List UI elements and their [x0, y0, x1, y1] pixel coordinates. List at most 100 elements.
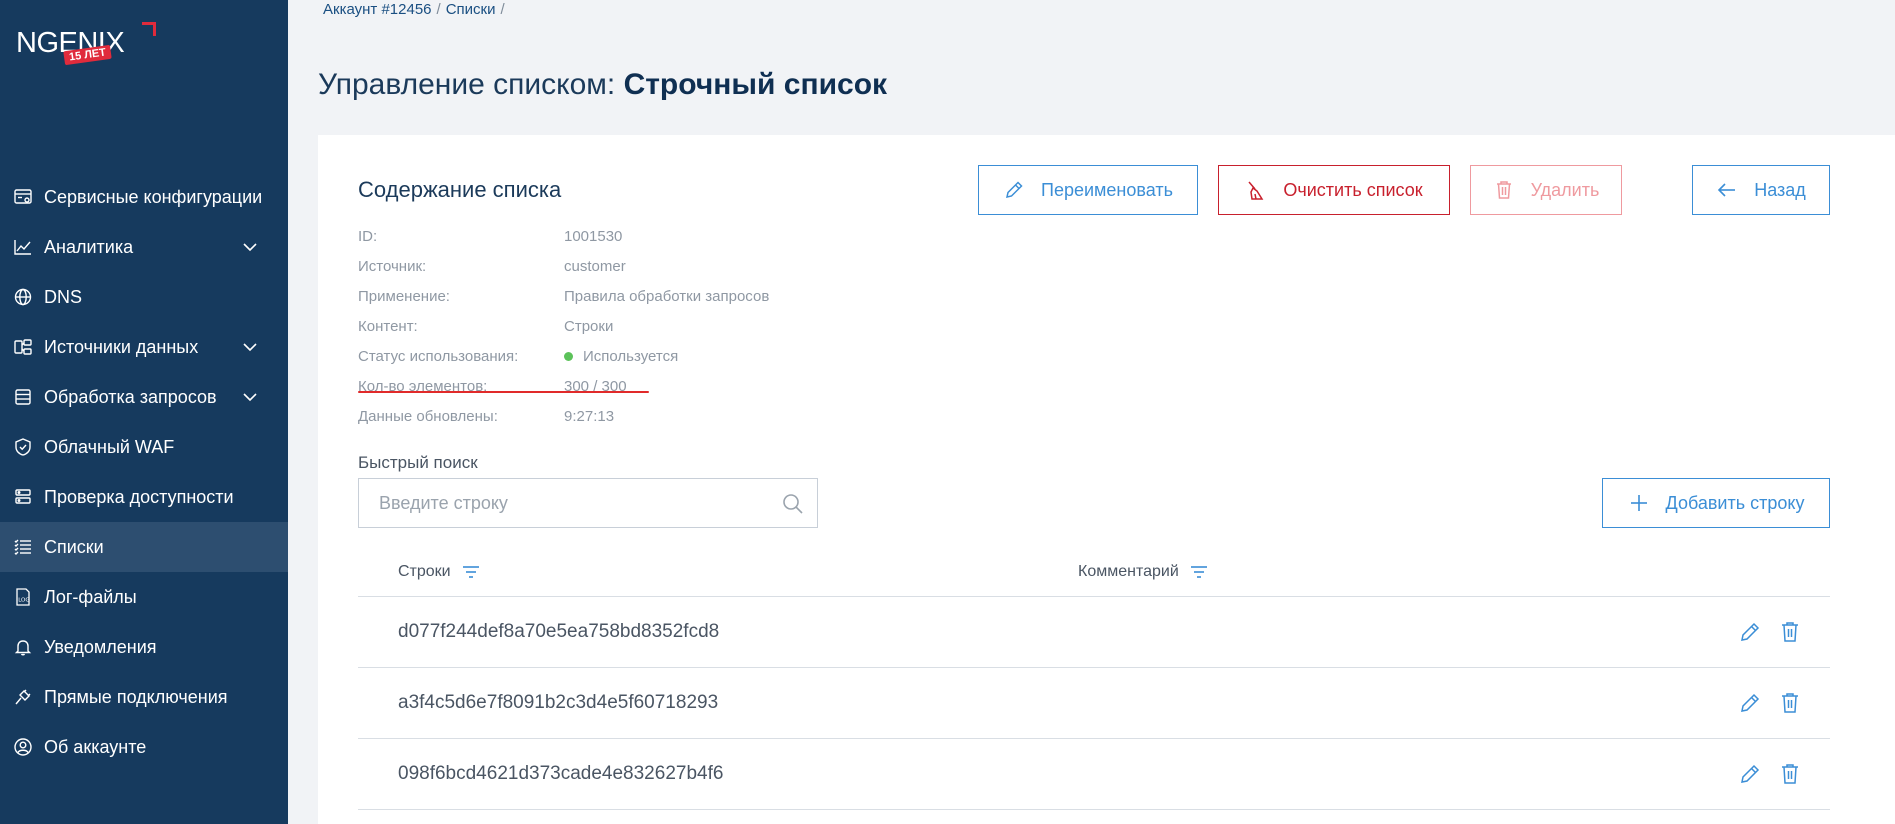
sidebar-item-direct-connections[interactable]: Прямые подключения [0, 672, 288, 722]
string-value: a3f4c5d6e7f8091b2c3d4e5f60718293 [398, 692, 719, 713]
back-button-label: Назад [1754, 179, 1806, 200]
info-row-usage: Применение: Правила обработки запросов [358, 281, 769, 311]
chart-line-icon [13, 237, 33, 257]
strings-table: Строки Комментарий d077f244def8a70e5ea75… [358, 547, 1830, 810]
info-value: Строки [564, 317, 614, 335]
info-row-content: Контент: Строки [358, 311, 769, 341]
trash-icon[interactable] [1778, 762, 1802, 786]
sidebar-nav: Сервисные конфигурации Аналитика DNS Ист… [0, 172, 288, 772]
search-input[interactable] [379, 492, 769, 514]
list-info: ID: 1001530 Источник: customer Применени… [358, 221, 769, 431]
status-value: Используется [564, 348, 678, 365]
column-header-label: Строки [398, 562, 451, 580]
search-label: Быстрый поиск [358, 453, 478, 472]
search-icon[interactable] [781, 492, 805, 516]
sidebar-item-request-processing[interactable]: Обработка запросов [0, 372, 288, 422]
page-title-prefix: Управление списком: [318, 68, 616, 101]
breadcrumb: Аккаунт #12456/Списки / [323, 1, 510, 18]
info-label: Применение: [358, 287, 450, 305]
sidebar-item-service-configs[interactable]: Сервисные конфигурации [0, 172, 288, 222]
info-row-source: Источник: customer [358, 251, 769, 281]
breadcrumb-separator: / [436, 1, 441, 18]
user-icon [13, 737, 33, 757]
shield-icon [13, 437, 33, 457]
server-check-icon [13, 487, 33, 507]
page-title: Управление списком: Строчный список [318, 68, 887, 102]
chevron-down-icon[interactable] [242, 239, 258, 255]
sidebar-item-notifications[interactable]: Уведомления [0, 622, 288, 672]
sidebar-item-dns[interactable]: DNS [0, 272, 288, 322]
edit-icon[interactable] [1738, 620, 1762, 644]
filter-icon[interactable] [461, 564, 481, 580]
sidebar-item-label: Источники данных [44, 336, 199, 357]
info-row-status: Статус использования: Используется [358, 341, 769, 371]
sidebar-item-data-sources[interactable]: Источники данных [0, 322, 288, 372]
info-value: customer [564, 257, 626, 275]
sidebar-item-label: Лог-файлы [44, 586, 137, 607]
info-label: Данные обновлены: [358, 407, 498, 425]
chevron-down-icon[interactable] [242, 389, 258, 405]
breadcrumb-separator: / [500, 1, 505, 18]
info-label: Источник: [358, 257, 427, 275]
chevron-down-icon[interactable] [242, 339, 258, 355]
table-row: 098f6bcd4621d373cade4e832627b4f6 [358, 739, 1830, 810]
arrow-left-icon [1718, 183, 1736, 197]
trash-icon [1496, 181, 1511, 199]
logo-corner-icon [142, 22, 156, 36]
sidebar-item-label: Облачный WAF [44, 436, 175, 457]
column-header-label: Комментарий [1078, 562, 1179, 580]
svg-text:LOG: LOG [18, 598, 29, 604]
sidebar-item-label: Уведомления [44, 636, 157, 657]
sidebar-item-cloud-waf[interactable]: Облачный WAF [0, 422, 288, 472]
column-header-comment[interactable]: Комментарий [1078, 563, 1209, 581]
sidebar-item-label: Обработка запросов [44, 386, 217, 407]
data-source-icon [13, 337, 33, 357]
breadcrumb-account-link[interactable]: Аккаунт #12456 [323, 1, 432, 18]
pencil-icon [1006, 181, 1023, 198]
info-value: 1001530 [564, 227, 623, 245]
config-icon [13, 187, 33, 207]
info-label: Статус использования: [358, 347, 519, 365]
page-title-list-name: Строчный список [623, 68, 888, 101]
clear-list-button[interactable]: Очистить список [1218, 165, 1450, 215]
sidebar-item-label: Проверка доступности [44, 486, 234, 507]
log-file-icon: LOG [13, 587, 33, 607]
table-row: d077f244def8a70e5ea758bd8352fcd8 [358, 597, 1830, 668]
info-row-updated: Данные обновлены: 9:27:13 [358, 401, 769, 431]
add-string-button[interactable]: Добавить строку [1602, 478, 1830, 528]
list-content-card: Содержание списка Переименовать Очистить… [318, 135, 1895, 824]
filter-icon[interactable] [1189, 564, 1209, 580]
breadcrumb-lists-link[interactable]: Списки [446, 1, 496, 18]
info-label: ID: [358, 227, 378, 245]
delete-list-button[interactable]: Удалить [1470, 165, 1622, 215]
section-title: Содержание списка [358, 177, 562, 202]
sidebar-item-log-files[interactable]: LOG Лог-файлы [0, 572, 288, 622]
logo[interactable]: NGENIX 15 ЛЕТ [16, 18, 166, 74]
info-label: Контент: [358, 317, 418, 335]
back-button[interactable]: Назад [1692, 165, 1830, 215]
column-header-strings[interactable]: Строки [398, 563, 481, 581]
sidebar-item-label: Об аккаунте [44, 736, 147, 757]
edit-icon[interactable] [1738, 691, 1762, 715]
sidebar-item-availability-check[interactable]: Проверка доступности [0, 472, 288, 522]
sidebar-item-label: Списки [44, 536, 104, 557]
sidebar-item-account[interactable]: Об аккаунте [0, 722, 288, 772]
trash-icon[interactable] [1778, 691, 1802, 715]
status-dot-icon [564, 351, 573, 361]
broom-icon [1248, 181, 1264, 200]
status-text: Используется [583, 347, 679, 365]
edit-icon[interactable] [1738, 762, 1762, 786]
sidebar-item-label: Прямые подключения [44, 686, 228, 707]
sidebar-item-label: Аналитика [44, 236, 134, 257]
add-string-button-label: Добавить строку [1665, 492, 1805, 513]
trash-icon[interactable] [1778, 620, 1802, 644]
rename-button[interactable]: Переименовать [978, 165, 1198, 215]
string-value: d077f244def8a70e5ea758bd8352fcd8 [398, 621, 720, 642]
bell-icon [13, 637, 33, 657]
sidebar-item-lists[interactable]: Списки [0, 522, 288, 572]
plus-icon [1630, 495, 1647, 511]
table-row: a3f4c5d6e7f8091b2c3d4e5f60718293 [358, 668, 1830, 739]
sidebar-item-analytics[interactable]: Аналитика [0, 222, 288, 272]
string-value: 098f6bcd4621d373cade4e832627b4f6 [398, 763, 724, 784]
info-value: 9:27:13 [564, 407, 615, 425]
